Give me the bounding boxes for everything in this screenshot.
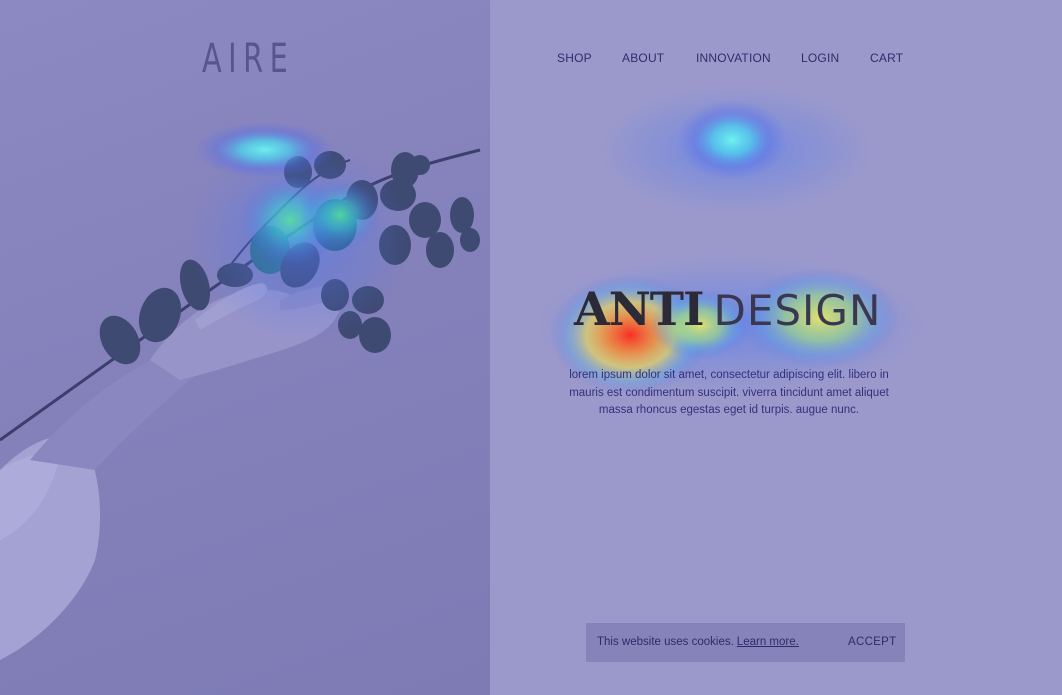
hand-holding-eucalyptus-image — [0, 148, 481, 660]
hero-description-line: mauris est condimentum suscipit. viverra… — [569, 386, 889, 399]
cookie-accept-button[interactable]: ACCEPT — [848, 636, 896, 648]
landing-page: AIRE SHOP ABOUT INNOVATION LOGIN CART AN… — [0, 0, 1062, 695]
content-panel — [490, 0, 1062, 695]
hero-description: lorem ipsum dolor sit amet, consectetur … — [556, 367, 902, 420]
cookie-learn-more-link[interactable]: Learn more. — [737, 636, 799, 648]
brand-logo[interactable]: AIRE — [202, 36, 294, 82]
nav-shop-link[interactable]: SHOP — [557, 51, 592, 65]
cookie-consent-banner: This website uses cookies. Learn more. AC… — [586, 623, 905, 662]
nav-about-link[interactable]: ABOUT — [622, 51, 664, 65]
nav-innovation-link[interactable]: INNOVATION — [696, 51, 771, 65]
cookie-message: This website uses cookies. Learn more. — [597, 636, 799, 648]
hero-description-line: massa rhoncus egestas eget id turpis. au… — [598, 404, 860, 416]
hero-description-line: lorem ipsum dolor sit amet, consectetur … — [569, 369, 889, 381]
headline-light-word: DESIGN — [713, 286, 882, 335]
cookie-message-text: This website uses cookies. — [597, 636, 734, 648]
nav-cart-link[interactable]: CART — [870, 51, 903, 65]
nav-login-link[interactable]: LOGIN — [801, 51, 839, 65]
hero-headline: ANTI DESIGN — [574, 282, 881, 336]
headline-bold-word: ANTI — [574, 282, 704, 336]
hero-image-panel: AIRE — [0, 0, 490, 695]
